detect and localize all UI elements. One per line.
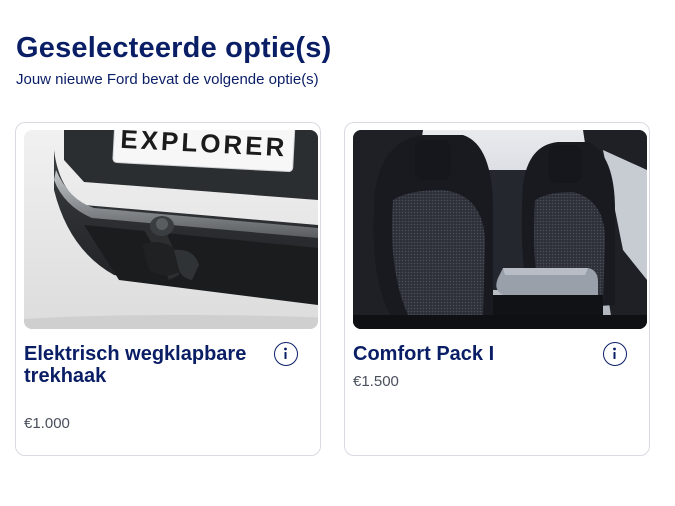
option-price: €1.500 <box>353 373 399 390</box>
page-title: Geselecteerde optie(s) <box>16 32 332 64</box>
option-card-comfort-pack: Comfort Pack I €1.500 <box>344 122 650 456</box>
option-name: Comfort Pack I <box>353 343 495 365</box>
info-icon <box>613 347 616 359</box>
option-name: Elektrisch wegklapbare trekhaak <box>24 343 247 387</box>
option-price: €1.000 <box>24 415 70 432</box>
selected-options-page: Geselecteerde optie(s) Jouw nieuwe Ford … <box>0 0 675 506</box>
towbar-photo: EXPLORER <box>24 130 318 329</box>
option-card-towbar: EXPLORER Elektrisch wegklapbare trekhaak… <box>15 122 321 456</box>
info-button[interactable] <box>603 342 627 366</box>
info-button[interactable] <box>274 342 298 366</box>
page-subtitle: Jouw nieuwe Ford bevat de volgende optie… <box>16 71 319 88</box>
seats-photo <box>353 130 647 329</box>
info-icon <box>284 347 287 359</box>
